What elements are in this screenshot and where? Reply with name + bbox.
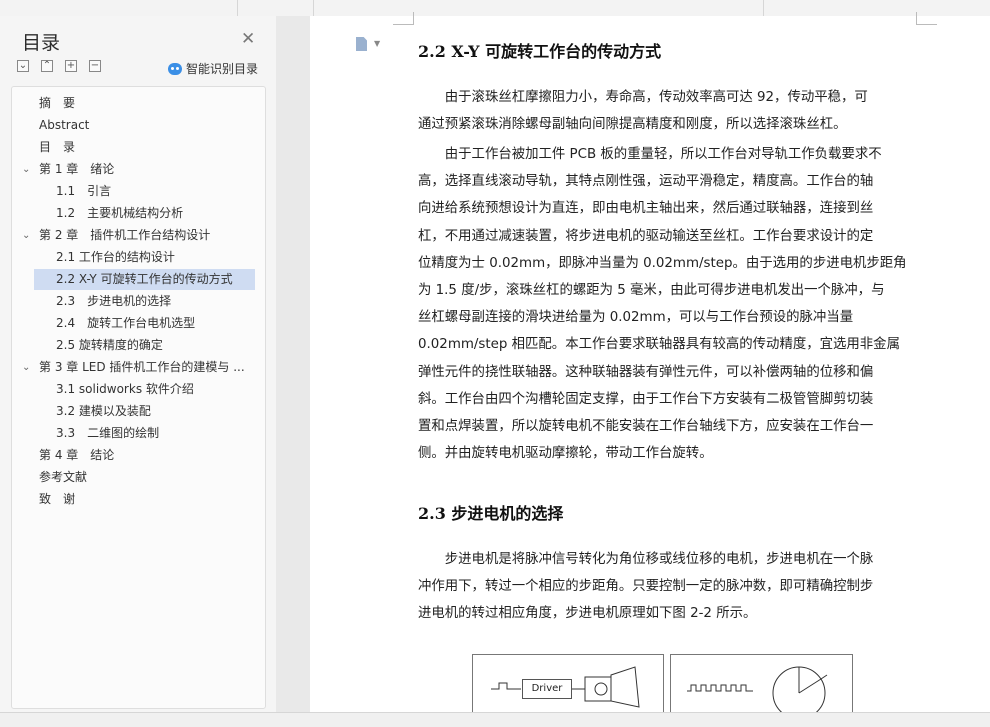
toc-item[interactable]: Abstract — [12, 115, 265, 136]
toc-title: 目录 — [22, 32, 61, 54]
robot-icon — [168, 62, 182, 75]
section-heading-2-2: 2.2 X-Y 可旋转工作台的传动方式 — [418, 42, 662, 61]
toc-item[interactable]: 1.2 主要机械结构分析 — [12, 203, 265, 224]
toc-item-label: 1.1 引言 — [56, 184, 112, 198]
smart-toc-button[interactable]: 智能识别目录 — [168, 60, 258, 77]
toc-item[interactable]: 2.4 旋转工作台电机选型 — [12, 313, 265, 334]
paragraph-guide-rail: 由于工作台被加工件 PCB 板的重量轻，所以工作台对导轨工作负载要求不 高，选择… — [418, 141, 912, 467]
toc-item[interactable]: 2.3 步进电机的选择 — [12, 291, 265, 312]
toolbar-segment[interactable] — [313, 0, 764, 16]
toc-item-label: 3.3 二维图的绘制 — [56, 426, 160, 440]
text-line: 步进电机是将脉冲信号转化为角位移或线位移的电机，步进电机在一个脉 — [418, 552, 874, 567]
toc-item[interactable]: 2.1 工作台的结构设计 — [12, 247, 265, 268]
toc-item[interactable]: 致 谢 — [12, 489, 265, 510]
text-line: 高，选择直线滚动导轨，其特点刚性强，运动平滑稳定，精度高。工作台的轴 — [418, 174, 874, 190]
text-line: 由于工作台被加工件 PCB 板的重量轻，所以工作台对导轨工作负载要求不 — [418, 147, 882, 162]
toc-item[interactable]: 参考文献 — [12, 467, 265, 488]
toc-item[interactable]: ⌄ 第 3 章 LED 插件机工作台的建模与 ... — [12, 357, 265, 378]
toc-item-label: 摘 要 — [39, 96, 76, 110]
collapse-all-icon[interactable]: ⌄ — [17, 60, 29, 72]
chevron-down-icon[interactable]: ⌄ — [22, 225, 30, 246]
crop-mark — [916, 12, 937, 25]
toc-item-label: 2.4 旋转工作台电机选型 — [56, 316, 196, 330]
toc-item[interactable]: 摘 要 — [12, 93, 265, 114]
toc-sidebar: 目录 ✕ ⌄ ⌃ + − 智能识别目录 摘 要 Abstract 目 录 ⌄ 第 1 章… — [0, 16, 277, 712]
text-line: 冲作用下，转过一个相应的步距角。只要控制一定的脉冲数，即可精确控制步 — [418, 579, 874, 595]
toc-item[interactable]: 目 录 — [12, 137, 265, 158]
toc-item[interactable]: 2.5 旋转精度的确定 — [12, 335, 265, 356]
document-icon[interactable] — [356, 37, 367, 51]
toc-item-label: 目 录 — [39, 140, 76, 154]
chevron-down-icon[interactable]: ⌄ — [22, 159, 30, 180]
toc-item-label: 第 2 章 插件机工作台结构设计 — [39, 228, 211, 242]
paragraph-stepper-motor: 步进电机是将脉冲信号转化为角位移或线位移的电机，步进电机在一个脉 冲作用下，转过… — [418, 546, 912, 628]
text-line: 丝杠螺母副连接的滑块进给量为 0.02mm，可以与工作台预设的脉冲当量 — [418, 310, 854, 326]
text-line: 进电机的转过相应角度，步进电机原理如下图 2-2 所示。 — [418, 606, 757, 622]
toolbar-segment[interactable] — [763, 0, 934, 16]
expand-level-icon[interactable]: ⌃ — [41, 60, 53, 72]
toc-item[interactable]: 3.2 建模以及装配 — [12, 401, 265, 422]
toc-item-label: 2.5 旋转精度的确定 — [56, 338, 163, 352]
close-icon[interactable]: ✕ — [241, 29, 255, 49]
toc-item[interactable]: 第 4 章 结论 — [12, 445, 265, 466]
paragraph-ball-screw: 由于滚珠丝杠摩擦阻力小，寿命高，传动效率高可达 92，传动平稳，可 通过预紧滚珠… — [418, 84, 912, 138]
text-line: 斜。工作台由四个沟槽轮固定支撑，由于工作台下方安装有二极管管脚剪切装 — [418, 391, 874, 407]
text-line: 由于滚珠丝杠摩擦阻力小，寿命高，传动效率高可达 92，传动平稳，可 — [418, 90, 868, 105]
text-line: 侧。并由旋转电机驱动摩擦轮，带动工作台旋转。 — [418, 446, 713, 462]
page-gutter — [276, 16, 310, 712]
toc-item-label: 参考文献 — [39, 470, 88, 484]
text-line: 置和点焊装置，所以旋转电机不能安装在工作台轴线下方，应安装在工作台一 — [418, 418, 874, 434]
smart-toc-label: 智能识别目录 — [186, 62, 259, 76]
toc-item[interactable]: 3.3 二维图的绘制 — [12, 423, 265, 444]
toc-item[interactable]: 2.2 X-Y 可旋转工作台的传动方式 — [34, 269, 255, 290]
toc-item-label: 第 1 章 绪论 — [39, 162, 115, 176]
toc-item-label: 第 4 章 结论 — [39, 448, 115, 462]
add-heading-icon[interactable]: + — [65, 60, 77, 72]
text-line: 向进给系统预想设计为直连，即由电机主轴出来，然后通过联轴器，连接到丝 — [418, 201, 874, 217]
toc-item[interactable]: 1.1 引言 — [12, 181, 265, 202]
section-heading-2-3: 2.3 步进电机的选择 — [418, 504, 564, 523]
toc-item-label: 2.1 工作台的结构设计 — [56, 250, 175, 264]
remove-heading-icon[interactable]: − — [89, 60, 101, 72]
toc-item-label: Abstract — [39, 118, 90, 132]
text-line: 为 1.5 度/步，滚珠丝杠的螺距为 5 毫米，由此可得步进电机发出一个脉冲，与 — [418, 282, 885, 298]
toc-item-label: 2.3 步进电机的选择 — [56, 294, 172, 308]
toc-list: 摘 要 Abstract 目 录 ⌄ 第 1 章 绪论 1.1 引言 1.2 主要机械结构分… — [11, 86, 266, 709]
dropdown-arrow-icon[interactable]: ▼ — [374, 39, 380, 48]
chevron-down-icon[interactable]: ⌄ — [22, 357, 30, 378]
text-line: 位精度为士 0.02mm，即脉冲当量为 0.02mm/step。由于选用的步进电… — [418, 255, 907, 271]
toc-item-label: 3.2 建模以及装配 — [56, 404, 151, 418]
toc-item[interactable]: 3.1 solidworks 软件介绍 — [12, 379, 265, 400]
text-line: 杠，不用通过减速装置，将步进电机的驱动输送至丝杠。工作台要求设计的定 — [418, 228, 874, 244]
text-line: 0.02mm/step 相匹配。本工作台要求联轴器具有较高的传动精度，宜选用非金… — [418, 337, 900, 353]
text-line: 通过预紧滚珠消除螺母副轴向间隙提高精度和刚度，所以选择滚珠丝杠。 — [418, 117, 847, 133]
toc-item-label: 2.2 X-Y 可旋转工作台的传动方式 — [56, 272, 233, 286]
toc-item[interactable]: ⌄ 第 2 章 插件机工作台结构设计 — [12, 225, 265, 246]
toc-item[interactable]: ⌄ 第 1 章 绪论 — [12, 159, 265, 180]
toc-item-label: 1.2 主要机械结构分析 — [56, 206, 184, 220]
text-line: 弹性元件的挠性联轴器。这种联轴器装有弹性元件，可以补偿两轴的位移和偏 — [418, 364, 874, 380]
top-toolbar — [0, 0, 990, 17]
crop-mark — [393, 12, 414, 25]
driver-label: Driver — [522, 679, 572, 699]
toc-item-label: 3.1 solidworks 软件介绍 — [56, 382, 194, 396]
toc-item-label: 第 3 章 LED 插件机工作台的建模与 ... — [39, 360, 245, 374]
toolbar-segment[interactable] — [237, 0, 308, 16]
status-bar — [0, 712, 990, 727]
toc-item-label: 致 谢 — [39, 492, 76, 506]
